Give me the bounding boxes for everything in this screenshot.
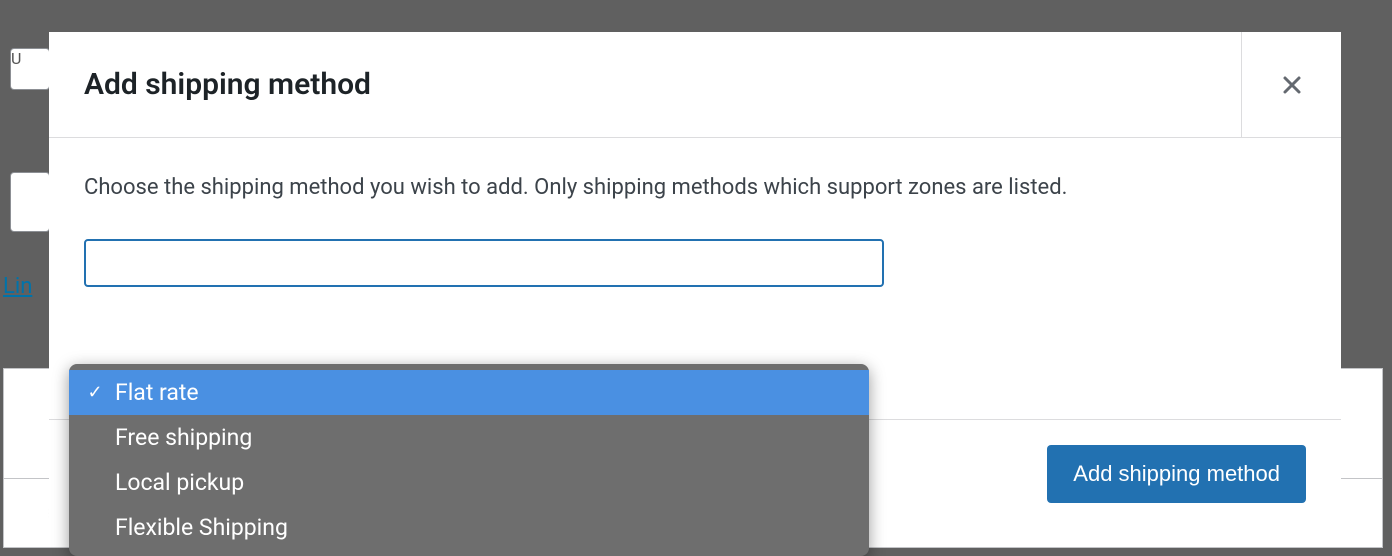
dropdown-option-flat-rate[interactable]: ✓ Flat rate xyxy=(69,370,869,415)
dropdown-option-flexible-shipping[interactable]: Flexible Shipping xyxy=(69,505,869,550)
add-shipping-method-modal: Add shipping method Choose the shipping … xyxy=(49,32,1341,527)
modal-description: Choose the shipping method you wish to a… xyxy=(84,173,1306,204)
dropdown-option-local-pickup[interactable]: Local pickup xyxy=(69,460,869,505)
dropdown-option-free-shipping[interactable]: Free shipping xyxy=(69,415,869,460)
dropdown-option-label: Flat rate xyxy=(115,379,855,406)
background-button-1: U xyxy=(10,48,50,90)
close-button[interactable] xyxy=(1241,32,1341,138)
modal-body: Choose the shipping method you wish to a… xyxy=(49,138,1341,419)
check-icon: ✓ xyxy=(83,382,107,403)
background-link: Lin xyxy=(3,274,32,299)
close-icon xyxy=(1280,73,1304,97)
dropdown-option-label: Local pickup xyxy=(115,469,855,496)
modal-title: Add shipping method xyxy=(49,67,371,102)
add-shipping-method-button[interactable]: Add shipping method xyxy=(1047,445,1306,503)
dropdown-option-label: Free shipping xyxy=(115,424,855,451)
shipping-method-select[interactable] xyxy=(84,239,884,287)
modal-header: Add shipping method xyxy=(49,32,1341,138)
shipping-method-dropdown: ✓ Flat rate Free shipping Local pickup F… xyxy=(69,364,869,556)
dropdown-option-label: Flexible Shipping xyxy=(115,514,855,541)
background-button-2 xyxy=(10,172,50,232)
